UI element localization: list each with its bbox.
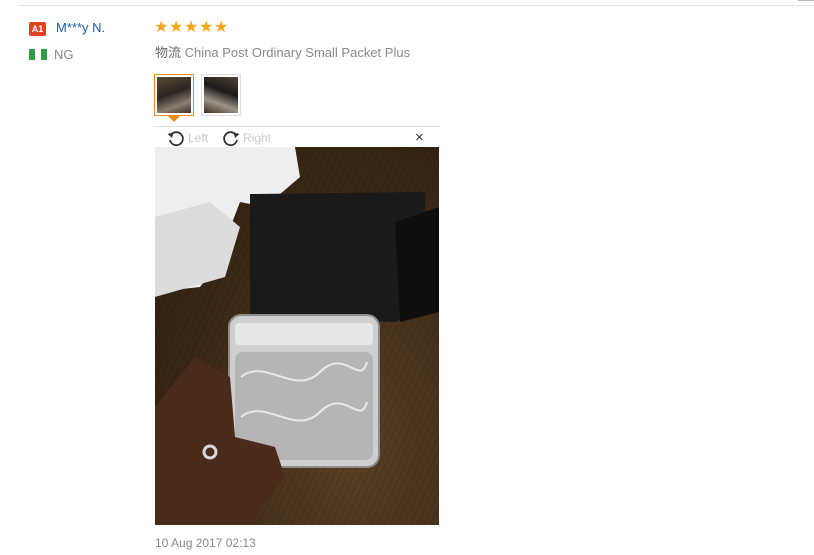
thumbnail-image <box>157 77 191 113</box>
buyer-level-badge: A1 <box>29 22 46 36</box>
review-photo-illustration <box>155 147 439 525</box>
review-photo-large <box>155 147 439 525</box>
review-photo-thumbnail-2[interactable] <box>201 74 241 116</box>
flag-icon <box>29 49 47 60</box>
case-roller <box>235 323 373 345</box>
star-icon: ★ <box>199 19 214 36</box>
close-icon[interactable]: × <box>415 128 424 148</box>
rotate-left-icon <box>167 131 184 147</box>
rating-stars: ★ ★ ★ ★ ★ <box>154 19 229 37</box>
rotate-left-button[interactable]: Left <box>166 128 208 148</box>
review-date: 10 Aug 2017 02:13 <box>155 536 256 550</box>
rotate-left-label: Left <box>188 131 209 145</box>
shipping-info: 物流 China Post Ordinary Small Packet Plus <box>155 42 410 61</box>
flag-stripe-right <box>41 49 47 60</box>
shipping-prefix: 物流 <box>155 45 182 60</box>
star-icon: ★ <box>214 19 229 36</box>
shipping-method: China Post Ordinary Small Packet Plus <box>184 45 411 60</box>
star-icon: ★ <box>184 19 199 36</box>
rotate-right-label: Right <box>243 131 272 145</box>
active-thumbnail-caret <box>168 116 180 122</box>
top-divider-mark <box>798 0 814 1</box>
top-divider <box>18 5 814 6</box>
rotate-right-button[interactable]: Right <box>221 128 271 148</box>
rotate-right-icon <box>223 131 240 147</box>
country-code: NG <box>54 47 74 62</box>
photo-viewer-toolbar: Left Right × <box>154 126 440 147</box>
star-icon: ★ <box>154 19 169 36</box>
black-box-side <box>395 207 439 322</box>
thumbnail-image <box>204 77 238 113</box>
buyer-name: M***y N. <box>56 20 106 35</box>
review-photo-thumbnail-1[interactable] <box>154 74 194 116</box>
star-icon: ★ <box>169 19 184 36</box>
